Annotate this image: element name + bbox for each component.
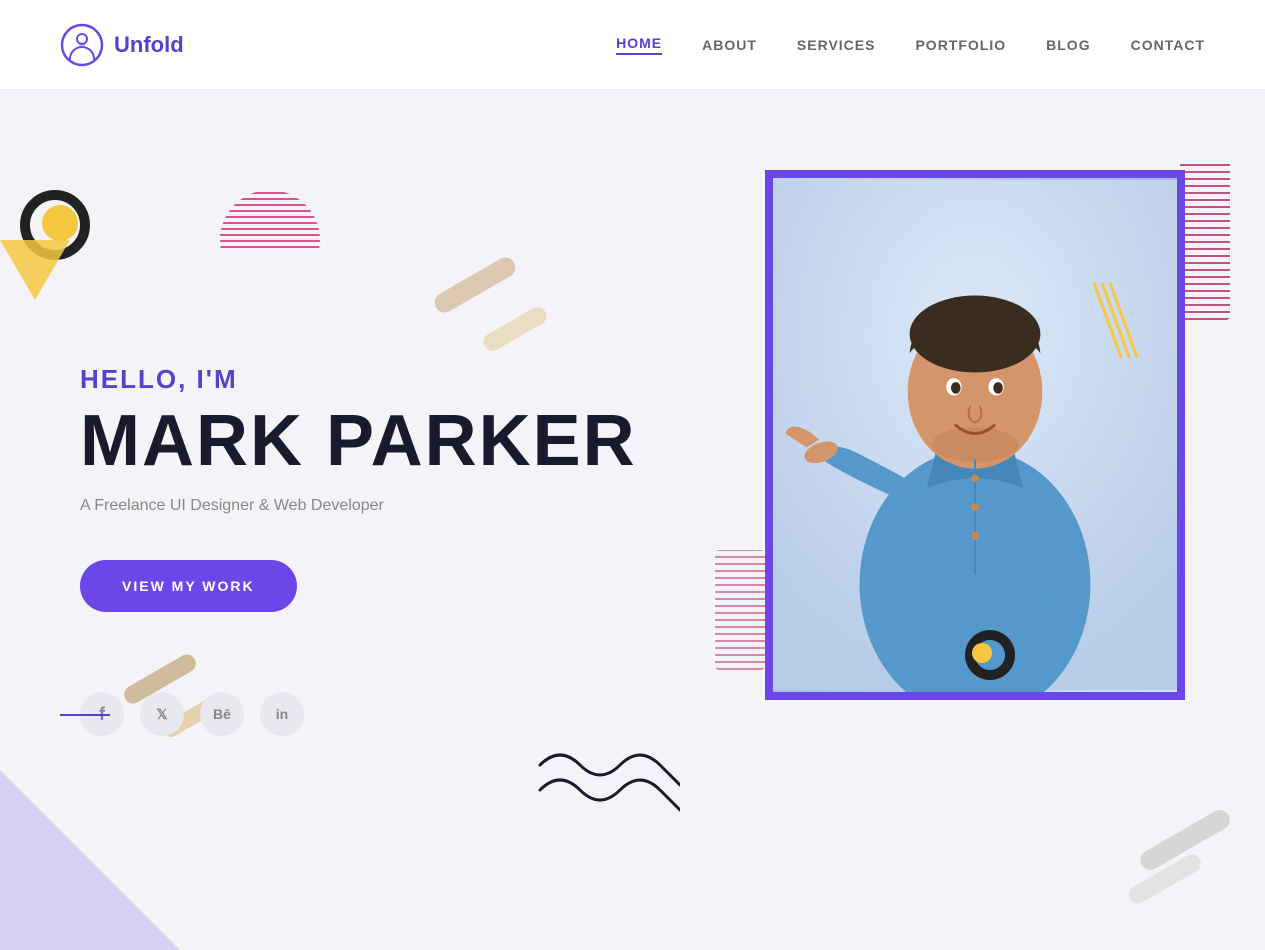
nav-services[interactable]: SERVICES — [797, 37, 876, 53]
twitter-icon: 𝕏 — [156, 706, 167, 723]
twitter-social-icon[interactable]: 𝕏 — [140, 692, 184, 736]
main-nav: HOME ABOUT SERVICES PORTFOLIO BLOG CONTA… — [616, 35, 1205, 55]
frame-deco-bl — [715, 550, 765, 670]
behance-icon: Bē — [213, 706, 231, 722]
side-line-decoration — [60, 714, 110, 716]
nav-about[interactable]: ABOUT — [702, 37, 757, 53]
hero-photo — [773, 178, 1177, 692]
circle-filled-right-decoration — [972, 643, 992, 663]
frame-deco-tr — [1180, 160, 1230, 320]
hero-content: HELLO, I'M MARK PARKER A Freelance UI De… — [0, 304, 696, 736]
logo-icon — [60, 23, 104, 67]
stripe-lines-right-decoration — [1106, 280, 1125, 360]
hero-section: HELLO, I'M MARK PARKER A Freelance UI De… — [0, 90, 1265, 950]
nav-blog[interactable]: BLOG — [1046, 37, 1090, 53]
hero-frame — [765, 170, 1185, 700]
nav-portfolio[interactable]: PORTFOLIO — [915, 37, 1006, 53]
circle-filled-left-decoration — [42, 205, 78, 241]
hero-subtitle: A Freelance UI Designer & Web Developer — [80, 497, 696, 515]
logo-link[interactable]: Unfold — [60, 23, 184, 67]
striped-semi-top-decoration — [220, 190, 320, 250]
man-illustration — [773, 178, 1177, 692]
hero-greeting: HELLO, I'M — [80, 364, 696, 395]
social-icons-group: f 𝕏 Bē in — [80, 692, 696, 736]
linkedin-icon: in — [276, 706, 288, 722]
purple-triangle-bl-decoration — [0, 770, 180, 950]
linkedin-social-icon[interactable]: in — [260, 692, 304, 736]
nav-contact[interactable]: CONTACT — [1131, 37, 1205, 53]
nav-home[interactable]: HOME — [616, 35, 662, 55]
brand-name: Unfold — [114, 32, 184, 58]
header: Unfold HOME ABOUT SERVICES PORTFOLIO BLO… — [0, 0, 1265, 90]
hero-name: MARK PARKER — [80, 405, 696, 477]
view-work-button[interactable]: VIEW MY WORK — [80, 560, 297, 612]
wave-decoration — [530, 735, 680, 840]
triangle-tl-decoration — [0, 240, 70, 300]
hero-image-area — [765, 170, 1185, 700]
behance-social-icon[interactable]: Bē — [200, 692, 244, 736]
